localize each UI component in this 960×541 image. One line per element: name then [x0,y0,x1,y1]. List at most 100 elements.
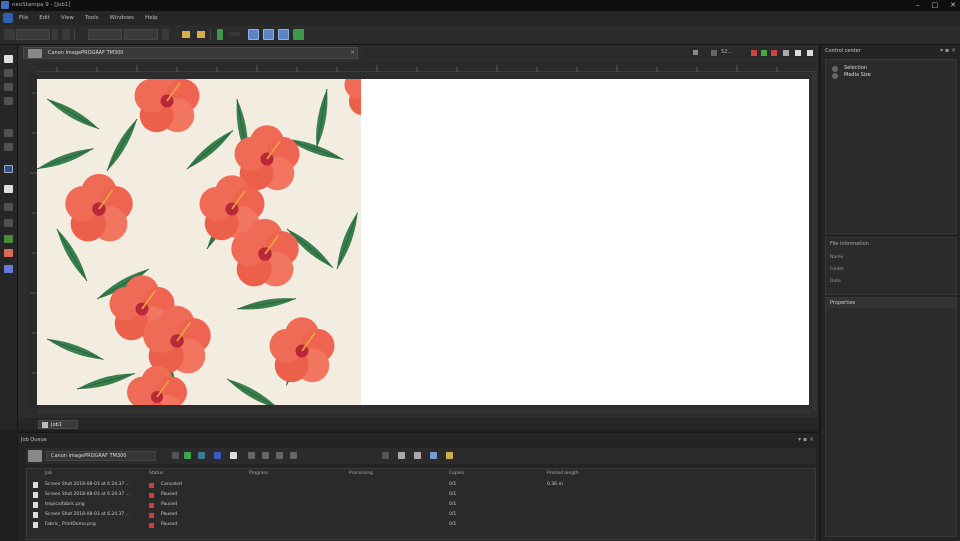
tree-item-selection[interactable]: Selection [844,65,867,71]
file-name-label: Name [830,255,844,260]
menu-view[interactable]: View [61,15,74,21]
table-row[interactable]: Screen Shot 2018-08-03 at 6.24.37 ... Ca… [27,482,815,489]
document-area: Canon imagePROGRAF TM300 × 52... [18,45,818,430]
zoom-icon[interactable] [711,50,717,56]
view-3-button[interactable] [278,29,289,40]
view-2-button[interactable] [263,29,274,40]
play-icon[interactable] [217,29,223,40]
printer-icon [28,450,42,462]
menu-bar: File Edit View Tools Windows Help [0,11,960,25]
job-copies: 0/1 [449,482,457,487]
play-icon[interactable] [184,452,191,459]
table-row[interactable]: Screen Shot 2018-08-03 at 6.24.37 ... Pa… [27,492,815,499]
palette-icon[interactable] [4,249,13,257]
page-icon[interactable] [4,55,13,63]
monitor-icon[interactable] [430,452,437,459]
grid-icon[interactable] [783,50,789,56]
sheet-tab-job1[interactable]: Job1 [38,420,78,429]
check-button[interactable] [293,29,304,40]
printer-icon [28,49,42,58]
job-printed-length: 0.36 m [547,482,563,487]
menu-edit[interactable]: Edit [39,15,50,21]
position-field[interactable] [124,29,158,40]
new-icon[interactable] [4,29,15,40]
minimize-button[interactable]: – [916,1,920,9]
maximize-button[interactable]: □ [932,1,939,9]
toolbar-separator [74,29,75,40]
printer-select[interactable]: Canon imagePROGRAF TM300 [46,451,156,461]
folder-icon[interactable] [182,31,190,38]
document-icon[interactable] [230,452,237,459]
document-tab[interactable]: Canon imagePROGRAF TM300 × [23,47,358,59]
copy-icon[interactable] [248,452,255,459]
table-row[interactable]: tropicalfabric.png Paused 0/1 [27,502,815,509]
rotate-icon[interactable] [162,29,169,40]
zoom-icon[interactable] [4,129,13,137]
menu-file[interactable]: File [19,15,28,21]
folder-icon[interactable] [446,452,453,459]
red-dot-icon[interactable] [751,50,757,56]
sheet-icon[interactable] [398,452,405,459]
layers-icon[interactable] [4,265,13,273]
white-page-icon[interactable] [4,185,13,193]
panel-pin-close-icon[interactable]: ▾ ▪ × [940,47,956,54]
file-folder-label: Folder [830,267,844,272]
file-information-title: File information [830,241,869,247]
duplicate-icon[interactable] [262,452,269,459]
properties-header: Properties [826,298,956,308]
table-row[interactable]: Fabric_ PrintDemo.png Paused 0/1 [27,522,815,529]
link-icon[interactable] [62,29,70,40]
column-header[interactable]: Progress [249,471,268,476]
status-icon [149,503,154,508]
column-header[interactable]: Processing [349,471,373,476]
grid-icon[interactable] [382,452,389,459]
job-copies: 0/1 [449,522,457,527]
split-icon[interactable] [290,452,297,459]
image-icon[interactable] [4,235,13,243]
fit-icon[interactable] [807,50,813,56]
view-1-button[interactable] [248,29,259,40]
print-canvas[interactable] [37,79,809,405]
file-icon [33,502,38,508]
close-button[interactable]: ✕ [950,1,956,9]
open-folder-icon[interactable] [197,31,205,38]
job-status: Canceled [161,482,182,487]
refresh-icon[interactable] [198,452,205,459]
tropical-fabric-image[interactable] [37,79,361,405]
green-dot-icon[interactable] [761,50,767,56]
down-icon[interactable] [693,50,698,55]
measure-icon[interactable] [4,203,13,211]
width-field[interactable] [16,29,50,40]
horizontal-scrollbar[interactable] [37,409,811,414]
job-name: Screen Shot 2018-08-03 at 6.24.37 ... [45,492,130,497]
column-header[interactable]: Copies [449,471,464,476]
panel-pin-close-icon[interactable]: ▾ ▪ × [798,436,814,443]
column-header[interactable]: Printed length [547,471,579,476]
table-row[interactable]: Screen Shot 2018-08-03 at 6.24.37 ... Pa… [27,512,815,519]
tile-icon[interactable] [4,219,13,227]
color-icon[interactable] [4,165,13,173]
menu-help[interactable]: Help [145,15,158,21]
vertical-scrollbar[interactable] [812,73,817,411]
pause-icon[interactable] [172,452,179,459]
move-icon[interactable] [4,83,13,91]
crop-icon[interactable] [4,97,13,105]
pages-icon[interactable] [414,452,421,459]
red-dot-icon[interactable] [771,50,777,56]
status-icon [149,523,154,528]
page-view-icon[interactable] [795,50,801,56]
spin-icon[interactable] [52,29,58,40]
document-tool-bar: 52... [363,47,816,59]
tool-icon[interactable] [276,452,283,459]
menu-windows[interactable]: Windows [110,15,135,21]
tree-item-media-size[interactable]: Media Size [844,72,871,78]
select-icon[interactable] [4,69,13,77]
column-header[interactable]: Job [45,471,52,476]
close-tab-icon[interactable]: × [350,49,355,56]
pan-icon[interactable] [4,143,13,151]
info-icon[interactable] [214,452,221,459]
height-field[interactable] [88,29,122,40]
menu-tools[interactable]: Tools [85,15,99,21]
hibiscus-pattern [37,79,361,405]
column-header[interactable]: Status [149,471,163,476]
